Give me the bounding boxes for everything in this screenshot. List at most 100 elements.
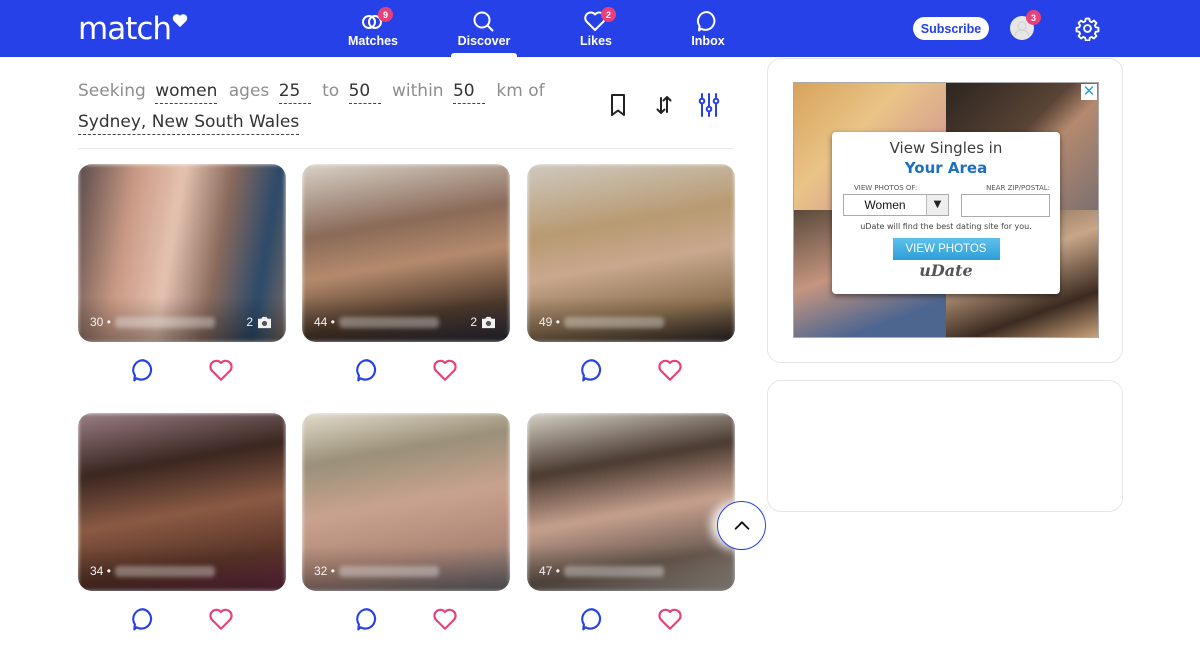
nav-discover[interactable]: Discover [439, 0, 529, 57]
like-button[interactable] [208, 357, 234, 383]
photo-count-value: 2 [470, 315, 477, 329]
profile-card[interactable]: 44 • 2 [302, 164, 510, 342]
view-photos-of-label: VIEW PHOTOS OF: [854, 184, 918, 192]
profile-card[interactable]: 34 • [78, 413, 286, 591]
message-button[interactable] [130, 606, 156, 632]
profile-location-blurred [338, 565, 439, 577]
profile-card[interactable]: 32 • [302, 413, 510, 591]
nav-inbox[interactable]: Inbox [663, 0, 753, 57]
gender-dropdown[interactable]: Women ▼ [843, 194, 949, 216]
profile-actions [527, 606, 735, 632]
like-button[interactable] [432, 357, 458, 383]
profile-age: 32 [314, 564, 328, 578]
profile-location-blurred [338, 316, 439, 328]
like-button[interactable] [208, 606, 234, 632]
sort-icon [656, 96, 672, 114]
seeking-label: Seeking [78, 81, 146, 101]
profile-actions [302, 606, 510, 632]
scroll-to-top-button[interactable] [717, 501, 766, 550]
settings-button[interactable] [1075, 16, 1100, 42]
logo-text: match [78, 11, 172, 47]
heart-icon [209, 608, 233, 630]
saved-searches-button[interactable] [606, 92, 630, 118]
like-button[interactable] [432, 606, 458, 632]
gear-icon [1075, 17, 1100, 42]
profile-actions [78, 357, 286, 383]
profile-location-blurred [563, 316, 664, 328]
message-button[interactable] [130, 357, 156, 383]
within-label: within [392, 81, 444, 101]
nav-label: Likes [580, 34, 612, 48]
udate-advertisement[interactable]: ✕ View Singles in Your Area VIEW PHOTOS … [793, 82, 1099, 338]
sort-button[interactable] [652, 92, 676, 118]
profile-card[interactable]: 30 • 2 [78, 164, 286, 342]
separator-dot: • [552, 564, 560, 578]
photo-count: 2 [470, 315, 496, 329]
location-selector[interactable]: Sydney, New South Wales [78, 111, 300, 135]
nav-label: Inbox [691, 34, 725, 48]
profile-location-blurred [114, 316, 215, 328]
separator-dot: • [552, 315, 560, 329]
distance-selector[interactable]: 50 [452, 80, 485, 104]
profile-card[interactable]: 49 • [527, 164, 735, 342]
search-icon [473, 11, 494, 32]
chat-bubble-icon [581, 359, 602, 382]
chevron-up-icon [734, 520, 749, 530]
photo-count: 2 [246, 315, 272, 329]
likes-badge: 2 [601, 7, 616, 22]
dropdown-arrow-icon: ▼ [926, 195, 948, 215]
heart-icon [433, 359, 457, 381]
chat-bubble-icon [696, 10, 716, 32]
ad-title: View Singles in [889, 139, 1003, 157]
message-button[interactable] [354, 357, 380, 383]
dropdown-value: Women [864, 198, 906, 212]
chat-bubble-icon [356, 359, 377, 382]
profile-actions [527, 357, 735, 383]
separator-dot: • [103, 564, 111, 578]
profile-location-blurred [563, 565, 664, 577]
profile-meta: 34 • [90, 564, 215, 578]
zip-input[interactable] [961, 194, 1050, 217]
nav-likes[interactable]: 2 Likes [551, 0, 641, 57]
nav-matches[interactable]: 9 Matches [328, 0, 418, 57]
message-button[interactable] [579, 357, 605, 383]
separator-dot: • [103, 315, 111, 329]
separator-dot: • [327, 315, 335, 329]
separator-dot: • [327, 564, 335, 578]
heart-icon [658, 359, 682, 381]
view-photos-button[interactable]: VIEW PHOTOS [892, 238, 1000, 260]
like-button[interactable] [657, 606, 683, 632]
ad-note: uDate will find the best dating site for… [860, 222, 1032, 231]
empty-rail-card [767, 380, 1123, 512]
photo-count-value: 2 [246, 315, 253, 329]
ad-close-button[interactable]: ✕ [1081, 84, 1097, 100]
age-max-selector[interactable]: 50 [348, 80, 381, 104]
chat-bubble-icon [356, 608, 377, 631]
heart-icon [209, 359, 233, 381]
top-nav-bar: match 9 Matches Discover 2 Likes Inbox S… [0, 0, 1200, 57]
heart-icon [433, 608, 457, 630]
age-min-selector[interactable]: 25 [278, 80, 311, 104]
like-button[interactable] [657, 357, 683, 383]
chat-bubble-icon [581, 608, 602, 631]
ad-subtitle: Your Area [904, 159, 988, 177]
profile-meta: 47 • [539, 564, 664, 578]
message-button[interactable] [354, 606, 380, 632]
logo-heart-icon [172, 14, 188, 28]
gender-selector[interactable]: women [155, 80, 218, 104]
chat-bubble-icon [132, 608, 153, 631]
filters-button[interactable] [697, 92, 721, 118]
message-button[interactable] [579, 606, 605, 632]
subscribe-button[interactable]: Subscribe [913, 17, 989, 40]
profile-card[interactable]: 47 • [527, 413, 735, 591]
profile-age: 30 [90, 315, 104, 329]
profile-age: 47 [539, 564, 553, 578]
avatar[interactable]: 3 [1010, 10, 1041, 40]
notifications-badge: 3 [1026, 10, 1041, 25]
bookmark-icon [611, 94, 625, 116]
criteria-divider [78, 148, 733, 149]
chat-bubble-icon [132, 359, 153, 382]
ages-label: ages [228, 81, 270, 101]
match-logo[interactable]: match [78, 10, 188, 48]
profile-actions [302, 357, 510, 383]
